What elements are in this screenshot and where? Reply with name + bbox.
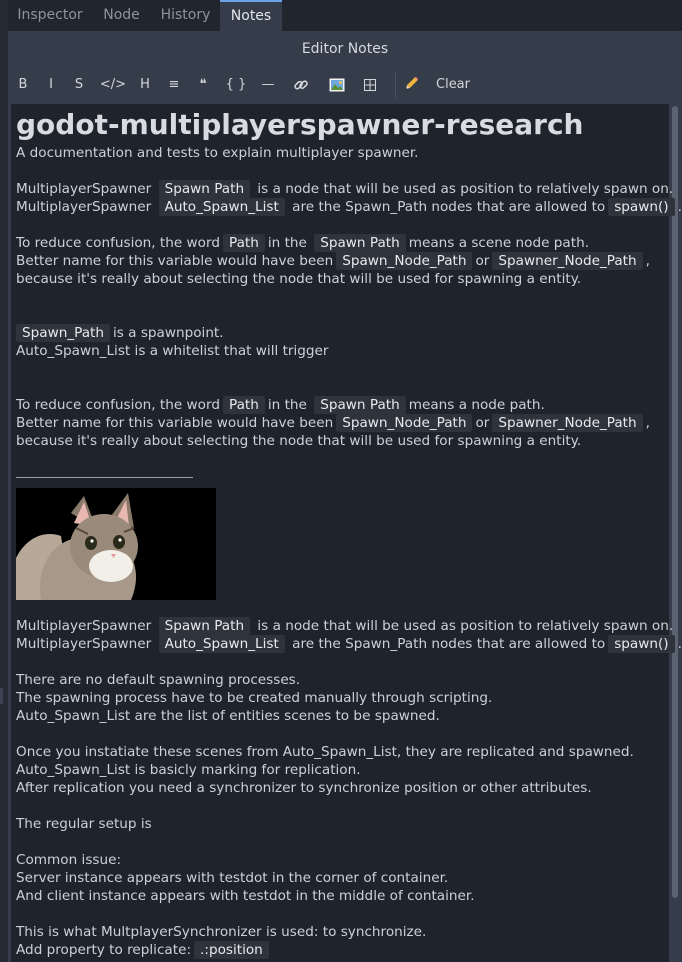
divider-button[interactable]: — <box>257 72 279 98</box>
inline-code: Path <box>222 234 265 252</box>
text-span: , <box>645 253 650 269</box>
editor-scrollbar[interactable] <box>672 106 678 898</box>
text-span: is a node that will be used as position … <box>257 618 674 634</box>
text-span: is a spawnpoint. <box>112 325 224 341</box>
link-icon <box>294 79 308 90</box>
text-span: Better name for this variable would have… <box>16 253 334 269</box>
doc-heading: godot-multiplayerspawner-research <box>16 108 584 141</box>
doc-line: MultiplayerSpawner Auto_Spawn_List are t… <box>16 198 682 216</box>
inline-code: Spawn Path <box>314 396 406 414</box>
tab-history[interactable]: History <box>151 0 220 31</box>
doc-line: There are no default spawning processes. <box>16 672 301 688</box>
tab-bar: Inspector Node History Notes <box>8 0 682 31</box>
text-span: means a node path. <box>408 397 545 413</box>
inline-code: Spawn_Path <box>16 324 110 342</box>
horizontal-rule <box>16 477 193 478</box>
doc-line: Add property to replicate: .:position <box>16 941 272 959</box>
doc-line: After replication you need a synchronize… <box>16 780 592 796</box>
text-span: To reduce confusion, the word <box>16 397 220 413</box>
text-span: . <box>677 636 682 652</box>
inline-code: spawn() <box>608 635 675 653</box>
tab-node[interactable]: Node <box>92 0 151 31</box>
doc-line: Better name for this variable would have… <box>16 414 650 432</box>
inline-code: Auto_Spawn_List <box>158 635 285 653</box>
text-span: in the <box>267 235 307 251</box>
doc-line: To reduce confusion, the word Path in the … <box>16 234 590 252</box>
tab-notes[interactable]: Notes <box>220 0 282 31</box>
list-button[interactable]: ≡ <box>163 72 185 98</box>
code-block-button[interactable]: { } <box>221 72 251 98</box>
inline-code: Spawn Path <box>158 180 251 198</box>
doc-line: Auto_Spawn_List is basicly marking for r… <box>16 762 361 778</box>
doc-line: Better name for this variable would have… <box>16 252 650 270</box>
italic-button[interactable]: I <box>40 72 62 98</box>
text-span: means a scene node path. <box>408 235 590 251</box>
text-span: Add property to replicate: <box>16 942 192 958</box>
panel-title: Editor Notes <box>301 41 389 57</box>
doc-line: MultiplayerSpawner Spawn Path is a node … <box>16 617 674 635</box>
doc-line: because it's really about selecting the … <box>16 433 582 449</box>
clear-button[interactable]: Clear <box>432 72 474 98</box>
inline-code: Spawner_Node_Path <box>492 252 643 270</box>
doc-line: The regular setup is <box>16 816 152 832</box>
text-span: is a node that will be used as position … <box>257 181 674 197</box>
text-span: To reduce confusion, the word <box>16 235 220 251</box>
doc-line: because it's really about selecting the … <box>16 271 582 287</box>
tab-inspector[interactable]: Inspector <box>8 0 92 31</box>
inline-code: spawn() <box>608 198 675 216</box>
dock-handle[interactable] <box>0 688 3 704</box>
doc-line: Once you instatiate these scenes from Au… <box>16 744 634 760</box>
text-span: are the Spawn_Path nodes that are allowe… <box>292 636 606 652</box>
text-span: are the Spawn_Path nodes that are allowe… <box>292 199 606 215</box>
table-icon <box>364 78 376 91</box>
pencil-icon <box>405 76 419 89</box>
doc-line: Common issue: <box>16 852 122 868</box>
doc-subtitle: A documentation and tests to explain mul… <box>16 145 419 161</box>
text-span: , <box>645 415 650 431</box>
inline-code: Spawn_Node_Path <box>336 414 473 432</box>
format-toolbar: B I S </> H ≡ ❝ { } — Clear <box>8 68 682 102</box>
cat-image <box>16 488 216 600</box>
doc-line: To reduce confusion, the word Path in the … <box>16 396 545 414</box>
doc-line: MultiplayerSpawner Spawn Path is a node … <box>16 180 674 198</box>
text-span: or <box>475 253 490 269</box>
text-span: . <box>677 199 682 215</box>
strikethrough-button[interactable]: S <box>68 72 90 98</box>
heading-button[interactable]: H <box>134 72 156 98</box>
text-span: MultiplayerSpawner <box>16 636 152 652</box>
text-span: or <box>475 415 490 431</box>
inline-code: Auto_Spawn_List <box>158 198 285 216</box>
inline-code: .:position <box>194 941 269 959</box>
doc-line: This is what MultplayerSynchronizer is u… <box>16 924 427 940</box>
inline-code: Spawner_Node_Path <box>492 414 643 432</box>
doc-line: Auto_Spawn_List are the list of entities… <box>16 708 440 724</box>
doc-line: Spawn_Path is a spawnpoint. <box>16 324 224 342</box>
text-span: MultiplayerSpawner <box>16 199 152 215</box>
inline-code: Path <box>222 396 265 414</box>
link-button[interactable] <box>290 72 312 98</box>
inline-code: Spawn Path <box>158 617 251 635</box>
text-span: MultiplayerSpawner <box>16 181 152 197</box>
text-span: in the <box>267 397 307 413</box>
pencil-button[interactable] <box>399 72 421 98</box>
inline-code: Spawn Path <box>314 234 406 252</box>
text-span: MultiplayerSpawner <box>16 618 152 634</box>
bold-button[interactable]: B <box>12 72 34 98</box>
doc-line: MultiplayerSpawner Auto_Spawn_List are t… <box>16 635 682 653</box>
doc-line: Server instance appears with testdot in … <box>16 870 449 886</box>
doc-line: Auto_Spawn_List is a whitelist that will… <box>16 343 329 359</box>
table-button[interactable] <box>359 72 381 98</box>
inline-code-button[interactable]: </> <box>98 72 128 98</box>
toolbar-separator <box>395 72 396 98</box>
image-button[interactable] <box>326 72 348 98</box>
doc-line: And client instance appears with testdot… <box>16 888 475 904</box>
quote-button[interactable]: ❝ <box>192 72 214 98</box>
inline-code: Spawn_Node_Path <box>336 252 473 270</box>
image-icon <box>329 78 345 91</box>
left-dock-strip <box>0 0 8 962</box>
text-span: Better name for this variable would have… <box>16 415 334 431</box>
doc-line: The spawning process have to be created … <box>16 690 493 706</box>
